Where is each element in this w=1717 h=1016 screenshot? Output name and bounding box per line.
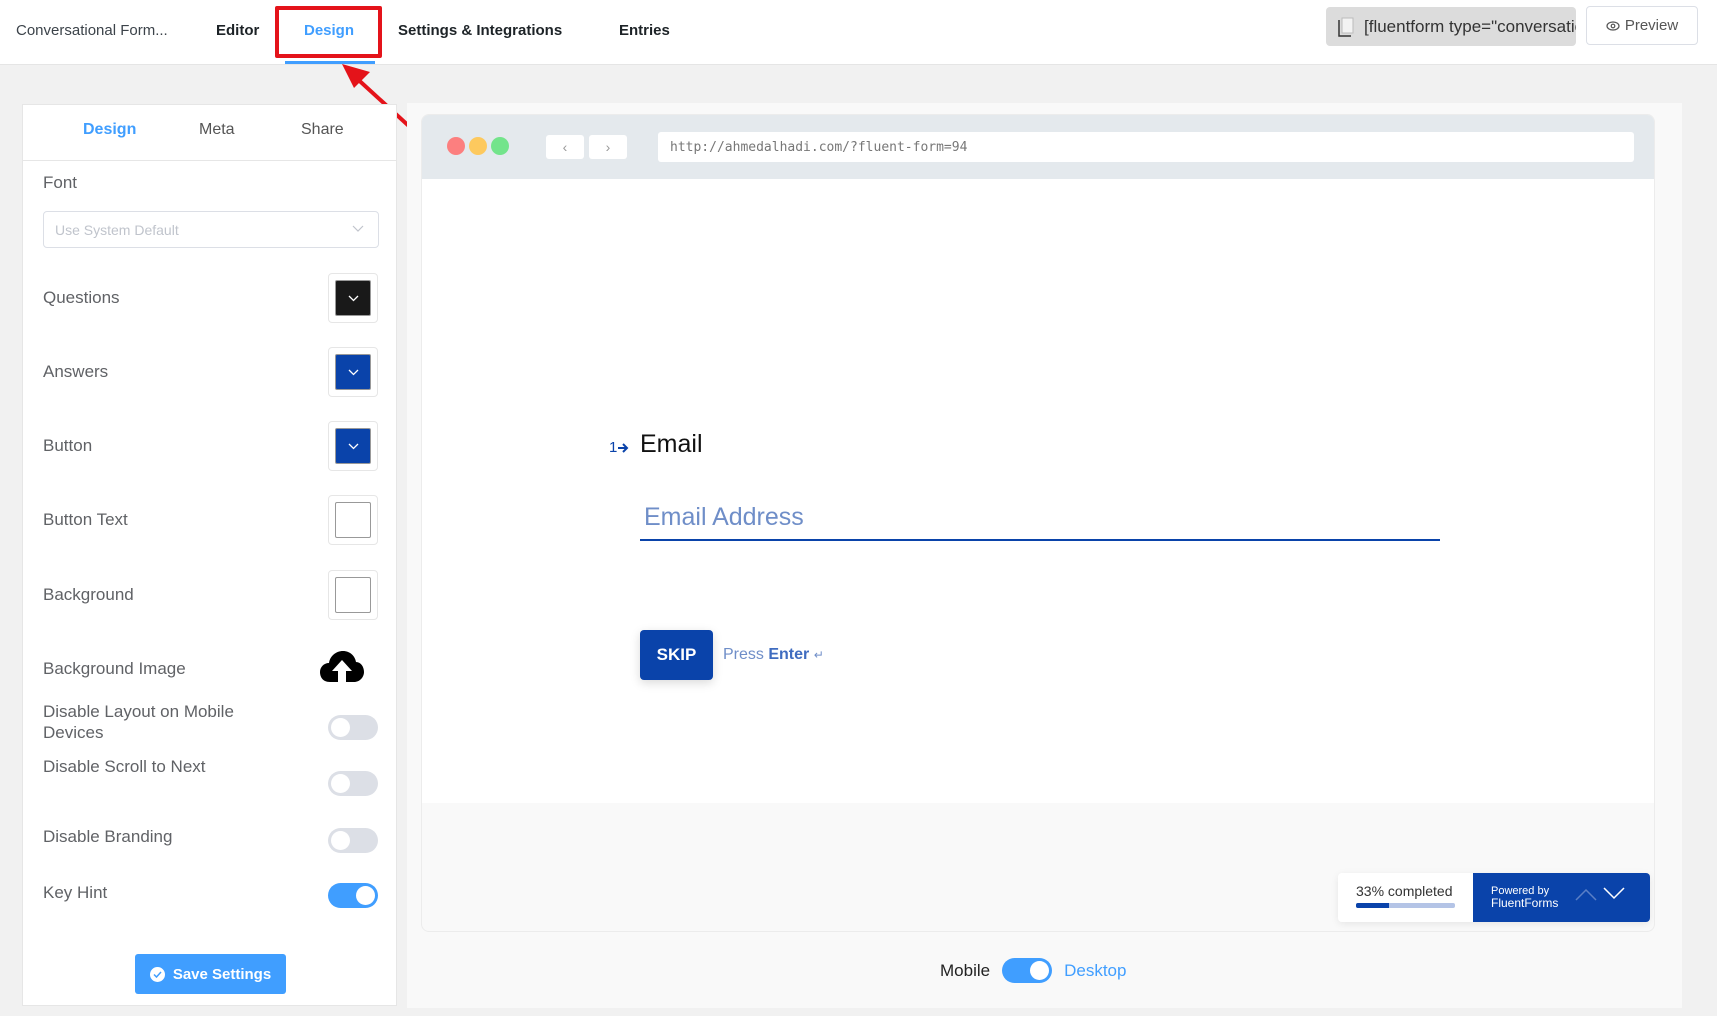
key-hint-label: Key Hint: [43, 883, 108, 902]
window-maximize-dot: [491, 137, 509, 155]
question-title: Email: [640, 430, 703, 458]
previous-question-icon[interactable]: [1575, 887, 1597, 901]
answers-color-swatch: [335, 354, 371, 390]
shortcode-text: [fluentform type="conversational" id="94…: [1364, 16, 1576, 36]
settings-tabs: Design Meta Share: [23, 105, 396, 161]
tab-design[interactable]: Design: [83, 121, 136, 139]
disable-scroll-next-toggle[interactable]: [328, 771, 378, 796]
branding-section: Powered by FluentForms: [1473, 873, 1650, 922]
cloud-upload-icon[interactable]: [319, 650, 365, 684]
save-settings-label: Save Settings: [172, 965, 272, 983]
question-number: 1: [609, 439, 629, 456]
powered-by-branding[interactable]: Powered by FluentForms: [1491, 885, 1558, 910]
toggle-knob: [331, 831, 350, 850]
press-text: Press: [723, 646, 764, 663]
disable-branding-toggle[interactable]: [328, 828, 378, 853]
check-circle-icon: [149, 966, 165, 982]
annotation-highlight-box: [275, 6, 382, 58]
font-label: Font: [43, 173, 78, 192]
chevron-down-icon: [348, 443, 358, 449]
nav-tab-entries[interactable]: Entries: [619, 22, 670, 39]
browser-chrome: ‹ › http://ahmedalhadi.com/?fluent-form=…: [422, 115, 1654, 179]
button-text-color-swatch: [335, 502, 371, 538]
chevron-down-icon: [352, 225, 364, 232]
url-bar[interactable]: http://ahmedalhadi.com/?fluent-form=94: [658, 132, 1634, 162]
arrow-right-icon: [618, 442, 629, 453]
skip-button[interactable]: SKIP: [640, 630, 713, 680]
email-input[interactable]: [640, 495, 1440, 541]
questions-color-picker[interactable]: [328, 273, 378, 323]
browser-back-icon[interactable]: ‹: [546, 135, 584, 159]
nav-tab-editor[interactable]: Editor: [216, 22, 259, 39]
progress-card: 33% completed Powered by FluentForms: [1338, 873, 1650, 922]
disable-layout-mobile-label: Disable Layout on Mobile Devices: [43, 702, 234, 742]
font-select[interactable]: Use System Default: [43, 211, 379, 248]
chevron-down-icon: [348, 295, 358, 301]
disable-scroll-next-label: Disable Scroll to Next: [43, 757, 206, 776]
tab-share[interactable]: Share: [301, 121, 344, 139]
background-color-label: Background: [43, 585, 134, 604]
toggle-knob: [331, 718, 350, 737]
key-hint-toggle[interactable]: [328, 883, 378, 908]
next-question-icon[interactable]: [1603, 887, 1625, 901]
save-settings-button[interactable]: Save Settings: [135, 954, 286, 994]
browser-mockup: ‹ › http://ahmedalhadi.com/?fluent-form=…: [421, 114, 1655, 932]
window-minimize-dot: [469, 137, 487, 155]
tab-meta[interactable]: Meta: [199, 121, 235, 139]
progress-bar-fill: [1356, 903, 1389, 908]
copy-icon: [1338, 17, 1354, 37]
conversational-form-preview: 1 Email SKIP Press Enter ↵: [422, 179, 1654, 803]
background-image-label: Background Image: [43, 659, 186, 678]
form-title[interactable]: Conversational Form...: [16, 22, 168, 39]
font-select-placeholder: Use System Default: [55, 221, 179, 238]
enter-key-icon: ↵: [813, 648, 824, 662]
press-enter-hint: Press Enter ↵: [723, 646, 824, 664]
button-text-color-picker[interactable]: [328, 495, 378, 545]
disable-branding-label: Disable Branding: [43, 827, 173, 846]
eye-icon: [1606, 20, 1620, 31]
mobile-desktop-switch[interactable]: [1002, 958, 1053, 983]
progress-bar: [1356, 903, 1455, 908]
background-color-swatch: [335, 577, 371, 613]
window-close-dot: [447, 137, 465, 155]
top-bar: Conversational Form... Editor Design Set…: [0, 0, 1717, 65]
background-color-picker[interactable]: [328, 570, 378, 620]
button-color-label: Button: [43, 436, 93, 455]
preview-button[interactable]: Preview: [1586, 6, 1698, 45]
question-number-text: 1: [609, 439, 618, 456]
design-settings-panel: Design Meta Share Font Use System Defaul…: [22, 104, 397, 1006]
answers-color-picker[interactable]: [328, 347, 378, 397]
chevron-down-icon: [348, 369, 358, 375]
progress-section: 33% completed: [1338, 873, 1473, 922]
mobile-label[interactable]: Mobile: [940, 961, 990, 981]
toggle-knob: [1030, 961, 1050, 980]
progress-text: 33% completed: [1356, 883, 1453, 899]
nav-tab-settings-integrations[interactable]: Settings & Integrations: [398, 22, 562, 39]
disable-layout-mobile-toggle[interactable]: [328, 715, 378, 740]
questions-color-swatch: [335, 280, 371, 316]
brand-name: FluentForms: [1491, 896, 1559, 910]
desktop-label[interactable]: Desktop: [1064, 961, 1126, 981]
device-preview-toggle: Mobile Desktop: [940, 958, 1126, 983]
preview-label: Preview: [1624, 17, 1679, 34]
button-color-swatch: [335, 428, 371, 464]
answers-color-label: Answers: [43, 362, 109, 381]
questions-color-label: Questions: [43, 288, 120, 307]
toggle-knob: [356, 886, 375, 905]
browser-forward-icon[interactable]: ›: [589, 135, 627, 159]
toggle-knob: [331, 774, 350, 793]
enter-text: Enter: [768, 646, 810, 663]
button-color-picker[interactable]: [328, 421, 378, 471]
button-text-color-label: Button Text: [43, 510, 128, 529]
shortcode-copy-field[interactable]: [fluentform type="conversational" id="94…: [1326, 7, 1576, 46]
